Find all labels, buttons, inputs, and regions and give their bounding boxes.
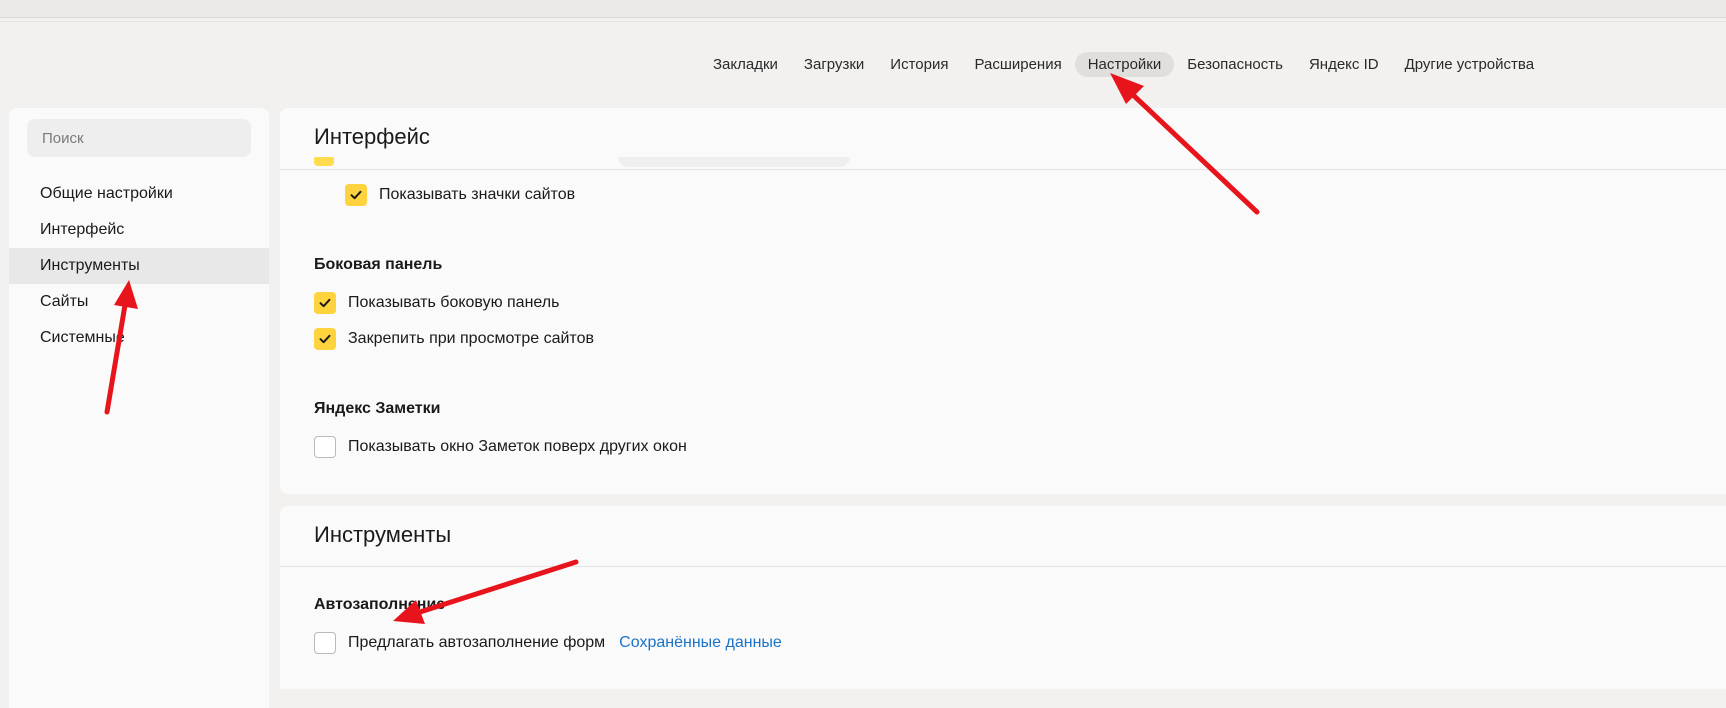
section-title-interface: Интерфейс — [314, 124, 430, 149]
settings-sidebar: Общие настройки Интерфейс Инструменты Са… — [9, 108, 269, 708]
browser-top-strip — [0, 0, 1726, 18]
section-divider — [280, 566, 1726, 567]
autofill-forms-label[interactable]: Предлагать автозаполнение форм — [348, 634, 605, 652]
autofill-heading: Автозаполнение — [314, 596, 446, 613]
sidebar-item-label: Интерфейс — [40, 221, 125, 238]
saved-data-link[interactable]: Сохранённые данные — [619, 634, 782, 652]
section-title-tools: Инструменты — [314, 522, 452, 547]
show-side-panel-row[interactable]: Показывать боковую панель — [314, 292, 559, 314]
clipped-checkbox — [314, 157, 334, 166]
clipped-previous-row — [314, 157, 1314, 169]
sidebar-item-sites[interactable]: Сайты — [9, 284, 269, 320]
sidebar-item-label: Сайты — [40, 293, 89, 310]
tab-history[interactable]: История — [877, 52, 961, 77]
search-input[interactable] — [40, 128, 244, 148]
sidebar-item-tools[interactable]: Инструменты — [9, 248, 269, 284]
side-panel-heading: Боковая панель — [314, 256, 443, 273]
checkmark-icon — [350, 190, 362, 200]
sidebar-item-general[interactable]: Общие настройки — [9, 176, 269, 212]
top-divider — [0, 21, 1726, 22]
pin-side-panel-label: Закрепить при просмотре сайтов — [348, 330, 594, 347]
sidebar-item-label: Инструменты — [40, 257, 140, 274]
show-site-icons-row[interactable]: Показывать значки сайтов — [345, 184, 575, 206]
tab-settings[interactable]: Настройки — [1074, 51, 1175, 77]
show-site-icons-checkbox[interactable] — [345, 184, 367, 206]
tools-section: Инструменты Автозаполнение Предлагать ав… — [280, 506, 1726, 689]
sidebar-item-label: Системные — [40, 329, 125, 346]
pin-side-panel-row[interactable]: Закрепить при просмотре сайтов — [314, 328, 594, 350]
tab-security[interactable]: Безопасность — [1174, 52, 1296, 77]
autofill-forms-row: Предлагать автозаполнение форм Сохранённ… — [314, 632, 782, 654]
notes-on-top-label: Показывать окно Заметок поверх других ок… — [348, 438, 687, 455]
search-box[interactable] — [27, 119, 251, 157]
notes-on-top-row[interactable]: Показывать окно Заметок поверх других ок… — [314, 436, 687, 458]
section-divider — [280, 169, 1726, 170]
tab-extensions[interactable]: Расширения — [961, 52, 1074, 77]
notes-on-top-checkbox[interactable] — [314, 436, 336, 458]
show-side-panel-checkbox[interactable] — [314, 292, 336, 314]
checkmark-icon — [319, 334, 331, 344]
show-side-panel-label: Показывать боковую панель — [348, 294, 560, 311]
pin-side-panel-checkbox[interactable] — [314, 328, 336, 350]
clipped-field — [618, 157, 850, 167]
notes-heading: Яндекс Заметки — [314, 400, 441, 417]
tab-bookmarks[interactable]: Закладки — [700, 52, 791, 77]
checkmark-icon — [319, 298, 331, 308]
sidebar-item-system[interactable]: Системные — [9, 320, 269, 356]
tab-yandex-id[interactable]: Яндекс ID — [1296, 52, 1392, 77]
show-site-icons-label: Показывать значки сайтов — [379, 186, 576, 203]
sidebar-item-label: Общие настройки — [40, 185, 173, 202]
tab-downloads[interactable]: Загрузки — [791, 52, 877, 77]
interface-section: Интерфейс Показывать значки сайтов Боков… — [280, 108, 1726, 494]
sidebar-item-interface[interactable]: Интерфейс — [9, 212, 269, 248]
autofill-forms-checkbox[interactable] — [314, 632, 336, 654]
settings-nav-tabs: Закладки Загрузки История Расширения Нас… — [700, 51, 1547, 77]
tab-other-devices[interactable]: Другие устройства — [1392, 52, 1547, 77]
